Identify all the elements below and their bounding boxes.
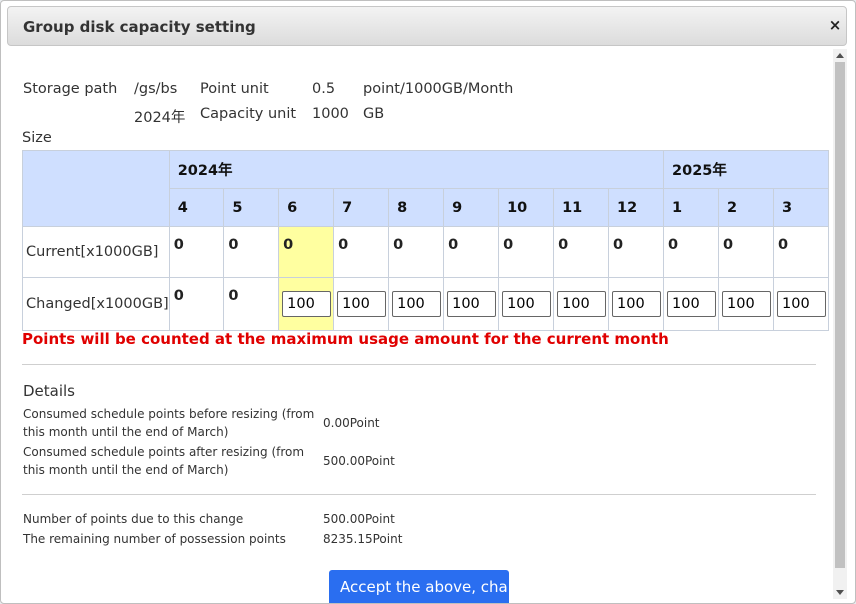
storage-path-value: /gs/bs <box>134 81 178 97</box>
current-value: 0 <box>168 226 225 278</box>
current-value: 0 <box>443 226 500 278</box>
scroll-up-icon[interactable] <box>836 53 844 58</box>
capacity-input[interactable] <box>557 291 607 317</box>
changed-cell <box>443 277 500 331</box>
details-title: Details <box>23 382 76 400</box>
vertical-scrollbar[interactable] <box>833 49 847 599</box>
changed-cell <box>333 277 390 331</box>
before-resize-label-line1: Consumed schedule points before resizing… <box>23 407 315 421</box>
close-icon[interactable]: × <box>828 18 842 33</box>
capacity-unit-label: Capacity unit <box>200 106 297 122</box>
current-row: Current[x1000GB] 0 0 0 0 0 0 0 0 0 0 0 0 <box>22 226 829 278</box>
size-label: Size <box>22 130 52 146</box>
remaining-points-label: The remaining number of possession point… <box>23 532 286 546</box>
accept-button[interactable]: Accept the above, cha <box>329 570 509 603</box>
month-header: 6 <box>278 188 335 227</box>
scroll-down-icon[interactable] <box>836 590 844 595</box>
point-unit-suffix: point/1000GB/Month <box>363 81 514 97</box>
capacity-input[interactable] <box>282 291 332 317</box>
month-header: 4 <box>168 188 225 227</box>
capacity-input[interactable] <box>502 291 552 317</box>
month-header: 11 <box>553 188 610 227</box>
after-resize-label-line2: this month until the end of March) <box>23 463 229 477</box>
dialog-title: Group disk capacity setting <box>23 18 256 36</box>
capacity-unit-value: 1000 <box>312 106 349 122</box>
month-header: 3 <box>773 188 829 227</box>
change-points-value: 500.00Point <box>323 512 395 526</box>
divider <box>22 494 816 495</box>
month-header: 12 <box>608 188 665 227</box>
capacity-input[interactable] <box>667 291 717 317</box>
changed-cell <box>718 277 774 331</box>
current-value: 0 <box>388 226 445 278</box>
capacity-input[interactable] <box>337 291 387 317</box>
current-value: 0 <box>663 226 720 278</box>
before-resize-value: 0.00Point <box>323 416 380 430</box>
month-header: 7 <box>333 188 390 227</box>
remaining-points-value: 8235.15Point <box>323 532 403 546</box>
current-value: 0 <box>773 226 829 278</box>
current-value: 0 <box>333 226 390 278</box>
storage-path-label: Storage path <box>23 81 118 97</box>
current-value: 0 <box>608 226 665 278</box>
year-label: 2024年 <box>134 110 186 126</box>
changed-cell <box>388 277 445 331</box>
capacity-dialog: Group disk capacity setting × Storage pa… <box>0 0 856 604</box>
divider <box>22 364 816 365</box>
current-value: 0 <box>498 226 555 278</box>
capacity-input[interactable] <box>392 291 442 317</box>
after-resize-label: Consumed schedule points after resizing … <box>23 443 304 479</box>
capacity-unit-suffix: GB <box>363 106 385 122</box>
scrollbar-thumb[interactable] <box>835 62 845 568</box>
changed-cell <box>663 277 720 331</box>
warning-message: Points will be counted at the maximum us… <box>22 330 669 348</box>
dialog-content: Storage path /gs/bs Point unit 0.5 point… <box>1 49 829 603</box>
capacity-input[interactable] <box>722 291 772 317</box>
current-value-highlighted: 0 <box>278 226 335 278</box>
changed-value: 0 <box>168 277 225 331</box>
current-value: 0 <box>718 226 774 278</box>
capacity-input[interactable] <box>612 291 662 317</box>
capacity-table: 2024年 2025年 4 5 6 7 8 9 10 11 12 1 2 3 C… <box>22 150 829 331</box>
month-header: 5 <box>223 188 280 227</box>
change-points-label: Number of points due to this change <box>23 512 244 526</box>
current-value: 0 <box>553 226 610 278</box>
point-unit-value: 0.5 <box>312 81 336 97</box>
changed-row: Changed[x1000GB] 0 0 <box>22 277 829 331</box>
header-corner <box>22 150 170 227</box>
capacity-input[interactable] <box>447 291 497 317</box>
changed-cell <box>608 277 665 331</box>
month-header: 9 <box>443 188 500 227</box>
changed-cell <box>773 277 829 331</box>
changed-value: 0 <box>223 277 280 331</box>
year-2025-header: 2025年 <box>663 150 829 189</box>
current-value: 0 <box>223 226 280 278</box>
month-header: 2 <box>718 188 774 227</box>
point-unit-label: Point unit <box>200 81 269 97</box>
dialog-titlebar: Group disk capacity setting × <box>7 6 847 46</box>
month-header: 10 <box>498 188 555 227</box>
month-header: 8 <box>388 188 445 227</box>
changed-cell <box>498 277 555 331</box>
after-resize-value: 500.00Point <box>323 454 395 468</box>
before-resize-label-line2: this month until the end of March) <box>23 425 229 439</box>
after-resize-label-line1: Consumed schedule points after resizing … <box>23 445 305 459</box>
year-row: 2024年 2025年 <box>22 150 829 227</box>
changed-row-label: Changed[x1000GB] <box>22 277 170 331</box>
month-header: 1 <box>663 188 720 227</box>
capacity-input[interactable] <box>777 291 826 317</box>
before-resize-label: Consumed schedule points before resizing… <box>23 405 314 441</box>
changed-cell <box>553 277 610 331</box>
current-row-label: Current[x1000GB] <box>22 226 170 278</box>
year-2024-header: 2024年 <box>168 150 665 189</box>
changed-cell <box>278 277 335 331</box>
